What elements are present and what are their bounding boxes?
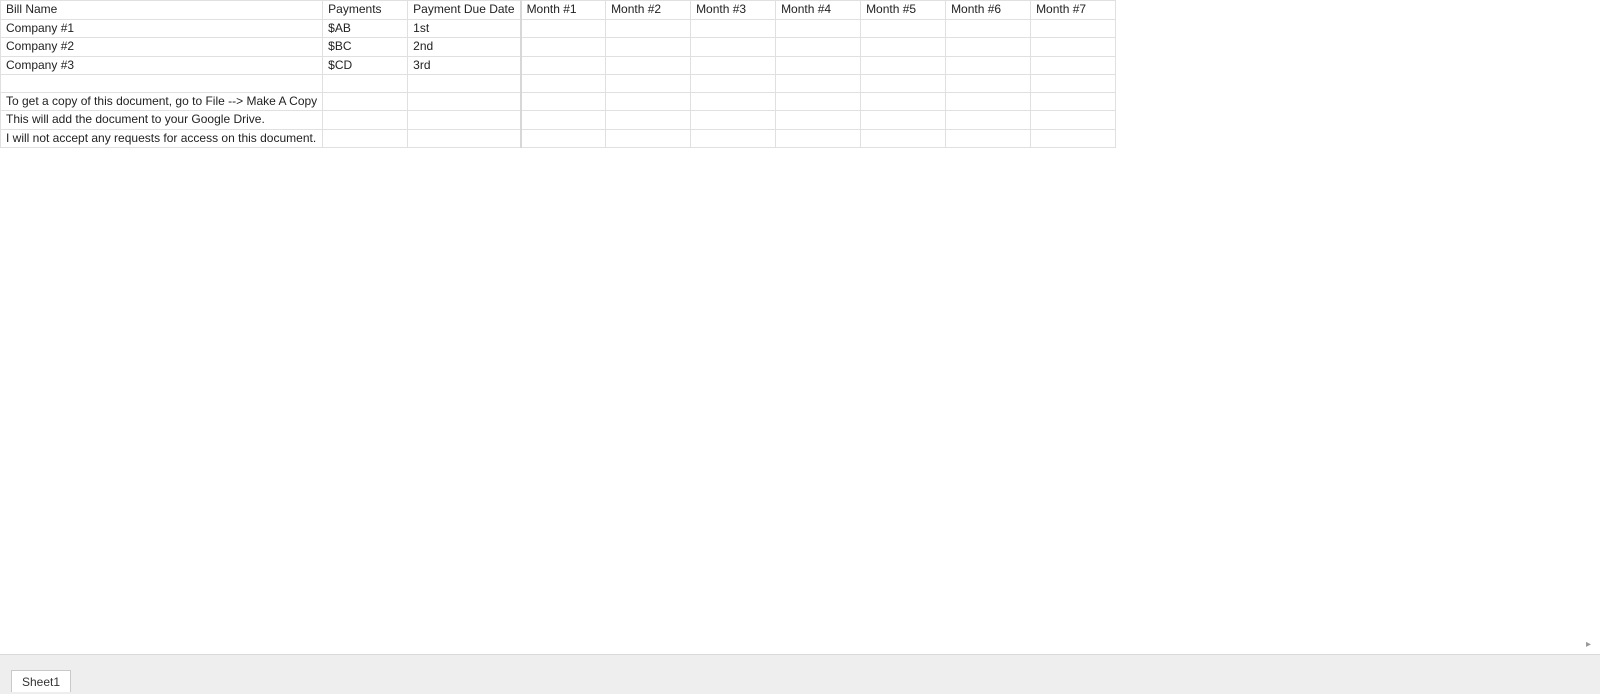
header-month-7[interactable]: Month #7 (1031, 1, 1116, 20)
cell-empty[interactable] (946, 111, 1031, 130)
cell-month[interactable] (521, 56, 606, 75)
cell-month[interactable] (691, 56, 776, 75)
header-month-5[interactable]: Month #5 (861, 1, 946, 20)
table-row (1, 75, 1116, 93)
scroll-right-icon[interactable]: ▸ (1586, 640, 1596, 650)
cell-empty[interactable] (946, 75, 1031, 93)
cell-note[interactable]: To get a copy of this document, go to Fi… (1, 92, 323, 111)
cell-month[interactable] (606, 38, 691, 57)
cell-bill-name[interactable]: Company #3 (1, 56, 323, 75)
cell-month[interactable] (776, 56, 861, 75)
cell-due-date[interactable]: 1st (408, 19, 521, 38)
cell-empty[interactable] (861, 111, 946, 130)
table-row: This will add the document to your Googl… (1, 111, 1116, 130)
cell-empty[interactable] (408, 111, 521, 130)
cell-empty[interactable] (691, 92, 776, 111)
cell-month[interactable] (691, 19, 776, 38)
table-row: Company #1 $AB 1st (1, 19, 1116, 38)
cell-month[interactable] (606, 19, 691, 38)
sheet-tab-sheet1[interactable]: Sheet1 (11, 670, 71, 692)
header-month-2[interactable]: Month #2 (606, 1, 691, 20)
cell-empty[interactable] (861, 92, 946, 111)
cell-empty[interactable] (776, 111, 861, 130)
cell-month[interactable] (946, 38, 1031, 57)
cell-empty[interactable] (861, 75, 946, 93)
cell-empty[interactable] (1, 75, 323, 93)
cell-empty[interactable] (408, 92, 521, 111)
cell-empty[interactable] (1031, 75, 1116, 93)
table-row: Company #2 $BC 2nd (1, 38, 1116, 57)
cell-month[interactable] (861, 38, 946, 57)
cell-empty[interactable] (606, 129, 691, 148)
cell-month[interactable] (521, 38, 606, 57)
sheet-table: Bill Name Payments Payment Due Date Mont… (0, 0, 1116, 148)
header-month-1[interactable]: Month #1 (521, 1, 606, 20)
cell-month[interactable] (861, 19, 946, 38)
header-due-date[interactable]: Payment Due Date (408, 1, 521, 20)
header-bill-name[interactable]: Bill Name (1, 1, 323, 20)
header-payments[interactable]: Payments (323, 1, 408, 20)
cell-empty[interactable] (776, 129, 861, 148)
spreadsheet-grid[interactable]: Bill Name Payments Payment Due Date Mont… (0, 0, 1600, 654)
cell-empty[interactable] (861, 129, 946, 148)
cell-empty[interactable] (323, 92, 408, 111)
cell-month[interactable] (861, 56, 946, 75)
cell-empty[interactable] (323, 111, 408, 130)
cell-empty[interactable] (408, 129, 521, 148)
header-month-6[interactable]: Month #6 (946, 1, 1031, 20)
header-month-4[interactable]: Month #4 (776, 1, 861, 20)
cell-month[interactable] (1031, 56, 1116, 75)
cell-payments[interactable]: $BC (323, 38, 408, 57)
cell-empty[interactable] (691, 129, 776, 148)
cell-empty[interactable] (606, 92, 691, 111)
cell-month[interactable] (776, 38, 861, 57)
cell-empty[interactable] (776, 75, 861, 93)
cell-month[interactable] (1031, 38, 1116, 57)
cell-empty[interactable] (521, 92, 606, 111)
cell-note[interactable]: I will not accept any requests for acces… (1, 129, 323, 148)
cell-empty[interactable] (323, 129, 408, 148)
cell-empty[interactable] (408, 75, 521, 93)
cell-payments[interactable]: $CD (323, 56, 408, 75)
header-row: Bill Name Payments Payment Due Date Mont… (1, 1, 1116, 20)
cell-month[interactable] (946, 19, 1031, 38)
cell-empty[interactable] (1031, 111, 1116, 130)
cell-empty[interactable] (323, 75, 408, 93)
cell-empty[interactable] (1031, 129, 1116, 148)
cell-empty[interactable] (606, 111, 691, 130)
header-month-3[interactable]: Month #3 (691, 1, 776, 20)
cell-payments[interactable]: $AB (323, 19, 408, 38)
cell-due-date[interactable]: 3rd (408, 56, 521, 75)
cell-empty[interactable] (946, 92, 1031, 111)
cell-due-date[interactable]: 2nd (408, 38, 521, 57)
cell-month[interactable] (946, 56, 1031, 75)
cell-month[interactable] (1031, 19, 1116, 38)
table-row: Company #3 $CD 3rd (1, 56, 1116, 75)
cell-empty[interactable] (691, 75, 776, 93)
sheet-tab-bar: Sheet1 (0, 654, 1600, 694)
cell-empty[interactable] (776, 92, 861, 111)
cell-month[interactable] (521, 19, 606, 38)
cell-month[interactable] (776, 19, 861, 38)
table-row: To get a copy of this document, go to Fi… (1, 92, 1116, 111)
cell-empty[interactable] (521, 111, 606, 130)
cell-empty[interactable] (946, 129, 1031, 148)
cell-month[interactable] (691, 38, 776, 57)
cell-empty[interactable] (521, 75, 606, 93)
cell-bill-name[interactable]: Company #1 (1, 19, 323, 38)
cell-empty[interactable] (606, 75, 691, 93)
cell-empty[interactable] (691, 111, 776, 130)
cell-bill-name[interactable]: Company #2 (1, 38, 323, 57)
table-row: I will not accept any requests for acces… (1, 129, 1116, 148)
cell-empty[interactable] (1031, 92, 1116, 111)
cell-empty[interactable] (521, 129, 606, 148)
cell-note[interactable]: This will add the document to your Googl… (1, 111, 323, 130)
cell-month[interactable] (606, 56, 691, 75)
